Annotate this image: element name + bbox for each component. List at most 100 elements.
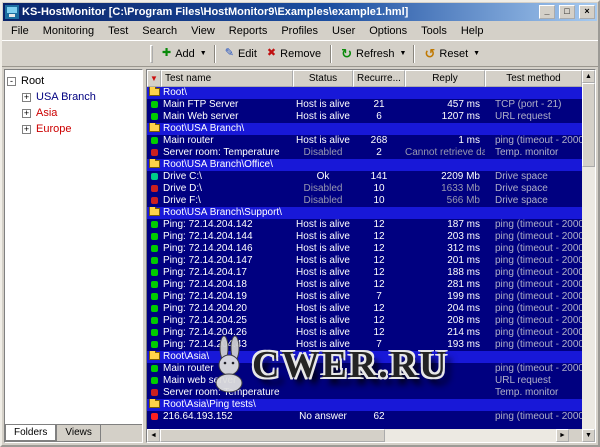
reset-dropdown-arrow[interactable]: ▼ bbox=[473, 48, 483, 59]
menu-search[interactable]: Search bbox=[135, 23, 184, 39]
menu-reports[interactable]: Reports bbox=[222, 23, 275, 39]
folder-path: Root\USA Branch\Office\ bbox=[161, 159, 582, 171]
status-icon-cell bbox=[147, 291, 161, 303]
menu-tools[interactable]: Tools bbox=[414, 23, 454, 39]
test-method: ping (timeout - 2000 ms) bbox=[485, 291, 582, 303]
test-method: ping (timeout - 2000 ms) bbox=[485, 267, 582, 279]
vertical-scrollbar[interactable]: ▲ ▼ bbox=[582, 70, 595, 442]
status-icon-cell bbox=[147, 111, 161, 123]
expand-toggle-icon[interactable]: + bbox=[22, 125, 31, 134]
disabled-status-icon bbox=[151, 149, 158, 156]
tree-item-usa-branch[interactable]: +USA Branch bbox=[7, 89, 140, 105]
add-button[interactable]: ✚ Add bbox=[157, 46, 200, 62]
expand-toggle-icon[interactable]: + bbox=[22, 93, 31, 102]
test-name: Server room: Temperature bbox=[161, 147, 293, 159]
filter-column-header[interactable]: ▼ bbox=[147, 70, 161, 87]
reset-button[interactable]: ↺ Reset bbox=[419, 46, 473, 62]
expand-toggle-icon[interactable]: - bbox=[7, 77, 16, 86]
folder-row[interactable]: Root\Asia\Ping tests\ bbox=[147, 399, 582, 411]
test-name: Ping: 72.14.204.146 bbox=[161, 243, 293, 255]
maximize-button[interactable]: □ bbox=[559, 5, 575, 19]
test-row[interactable]: Ping: 72.14.204.18Host is alive12281 msp… bbox=[147, 279, 582, 291]
test-row[interactable]: Ping: 72.14.204.20Host is alive12204 msp… bbox=[147, 303, 582, 315]
column-header-test-method[interactable]: Test method bbox=[485, 70, 582, 87]
vertical-scroll-thumb[interactable] bbox=[582, 83, 595, 167]
status-icon-cell bbox=[147, 327, 161, 339]
expand-toggle-icon[interactable]: + bbox=[22, 109, 31, 118]
tree-item-root[interactable]: -Root bbox=[7, 73, 140, 89]
content-area: -Root+USA Branch+Asia+Europe FoldersView… bbox=[4, 69, 596, 443]
test-row[interactable]: Main Web serverHost is alive61207 msURL … bbox=[147, 111, 582, 123]
test-row[interactable]: Drive D:\Disabled101633 MbDrive space bbox=[147, 183, 582, 195]
toolbar-grip[interactable] bbox=[150, 45, 153, 63]
edit-button[interactable]: ✎ Edit bbox=[220, 46, 262, 62]
refresh-dropdown-arrow[interactable]: ▼ bbox=[400, 48, 410, 59]
test-row[interactable]: Ping: 72.14.204.146Host is alive12312 ms… bbox=[147, 243, 582, 255]
title-bar[interactable]: KS-HostMonitor [C:\Program Files\HostMon… bbox=[3, 3, 597, 21]
status-icon-cell bbox=[147, 363, 161, 375]
alive-status-icon bbox=[151, 317, 158, 324]
test-name: Drive D:\ bbox=[161, 183, 293, 195]
test-row[interactable]: Drive C:\Ok1412209 MbDrive space bbox=[147, 171, 582, 183]
close-button[interactable]: × bbox=[579, 5, 595, 19]
menu-help[interactable]: Help bbox=[454, 23, 491, 39]
column-header-test-name[interactable]: Test name bbox=[161, 70, 293, 87]
tab-views[interactable]: Views bbox=[56, 425, 101, 442]
remove-button[interactable]: ✖ Remove bbox=[262, 46, 326, 62]
menu-monitoring[interactable]: Monitoring bbox=[36, 23, 101, 39]
folder-icon-cell bbox=[147, 159, 161, 171]
test-recurrences: 6 bbox=[353, 111, 405, 123]
test-row[interactable]: Ping: 72.14.204.144Host is alive12203 ms… bbox=[147, 231, 582, 243]
menu-options[interactable]: Options bbox=[362, 23, 414, 39]
horizontal-scrollbar[interactable]: ◄ ► bbox=[147, 429, 582, 442]
menu-user[interactable]: User bbox=[325, 23, 362, 39]
tree-item-asia[interactable]: +Asia bbox=[7, 105, 140, 121]
test-row[interactable]: Server room: TemperatureDisabled2Cannot … bbox=[147, 147, 582, 159]
tree-item-europe[interactable]: +Europe bbox=[7, 121, 140, 137]
tab-folders[interactable]: Folders bbox=[5, 425, 56, 442]
vertical-scroll-track[interactable] bbox=[582, 83, 595, 429]
scroll-down-arrow[interactable]: ▼ bbox=[582, 429, 595, 442]
scroll-right-arrow[interactable]: ► bbox=[556, 429, 569, 442]
test-recurrences: 12 bbox=[353, 231, 405, 243]
test-row[interactable]: Drive F:\Disabled10566 MbDrive space bbox=[147, 195, 582, 207]
test-row[interactable]: Ping: 72.14.204.147Host is alive12201 ms… bbox=[147, 255, 582, 267]
add-button-label: Add bbox=[175, 48, 195, 60]
minimize-button[interactable]: _ bbox=[539, 5, 555, 19]
test-row[interactable]: Main FTP ServerHost is alive21457 msTCP … bbox=[147, 99, 582, 111]
test-row[interactable]: Ping: 72.14.204.142Host is alive12187 ms… bbox=[147, 219, 582, 231]
test-recurrences: 62 bbox=[353, 411, 405, 423]
test-row[interactable]: Ping: 72.14.204.25Host is alive12208 msp… bbox=[147, 315, 582, 327]
test-row[interactable]: Ping: 72.14.204.19Host is alive7199 mspi… bbox=[147, 291, 582, 303]
folder-row[interactable]: Root\USA Branch\Office\ bbox=[147, 159, 582, 171]
horizontal-scroll-track[interactable] bbox=[160, 429, 556, 442]
test-reply: 457 ms bbox=[405, 99, 485, 111]
folder-row[interactable]: Root\USA Branch\ bbox=[147, 123, 582, 135]
test-row[interactable]: 216.64.193.152No answer62ping (timeout -… bbox=[147, 411, 582, 423]
test-recurrences: 10 bbox=[353, 195, 405, 207]
folder-row[interactable]: Root\ bbox=[147, 87, 582, 99]
test-row[interactable]: Ping: 72.14.204.17Host is alive12188 msp… bbox=[147, 267, 582, 279]
test-reply: 312 ms bbox=[405, 243, 485, 255]
menu-test[interactable]: Test bbox=[101, 23, 135, 39]
horizontal-scroll-thumb[interactable] bbox=[160, 429, 385, 442]
column-header-recurrences[interactable]: Recurre... bbox=[353, 70, 405, 87]
column-header-status[interactable]: Status bbox=[293, 70, 353, 87]
alive-status-icon bbox=[151, 113, 158, 120]
menu-view[interactable]: View bbox=[184, 23, 222, 39]
add-dropdown-arrow[interactable]: ▼ bbox=[200, 48, 210, 59]
test-name: Ping: 72.14.204.147 bbox=[161, 255, 293, 267]
status-icon-cell bbox=[147, 231, 161, 243]
alive-status-icon bbox=[151, 365, 158, 372]
refresh-button[interactable]: ↻ Refresh bbox=[336, 46, 399, 62]
scroll-up-arrow[interactable]: ▲ bbox=[582, 70, 595, 83]
folder-icon bbox=[149, 400, 160, 408]
test-row[interactable]: Main routerHost is alive2681 msping (tim… bbox=[147, 135, 582, 147]
test-table-body: CWER.RU Root\Main FTP ServerHost is aliv… bbox=[147, 87, 582, 429]
column-header-reply[interactable]: Reply bbox=[405, 70, 485, 87]
test-method: Temp. monitor bbox=[485, 147, 582, 159]
menu-file[interactable]: File bbox=[4, 23, 36, 39]
folder-row[interactable]: Root\USA Branch\Support\ bbox=[147, 207, 582, 219]
scroll-left-arrow[interactable]: ◄ bbox=[147, 429, 160, 442]
menu-profiles[interactable]: Profiles bbox=[274, 23, 325, 39]
